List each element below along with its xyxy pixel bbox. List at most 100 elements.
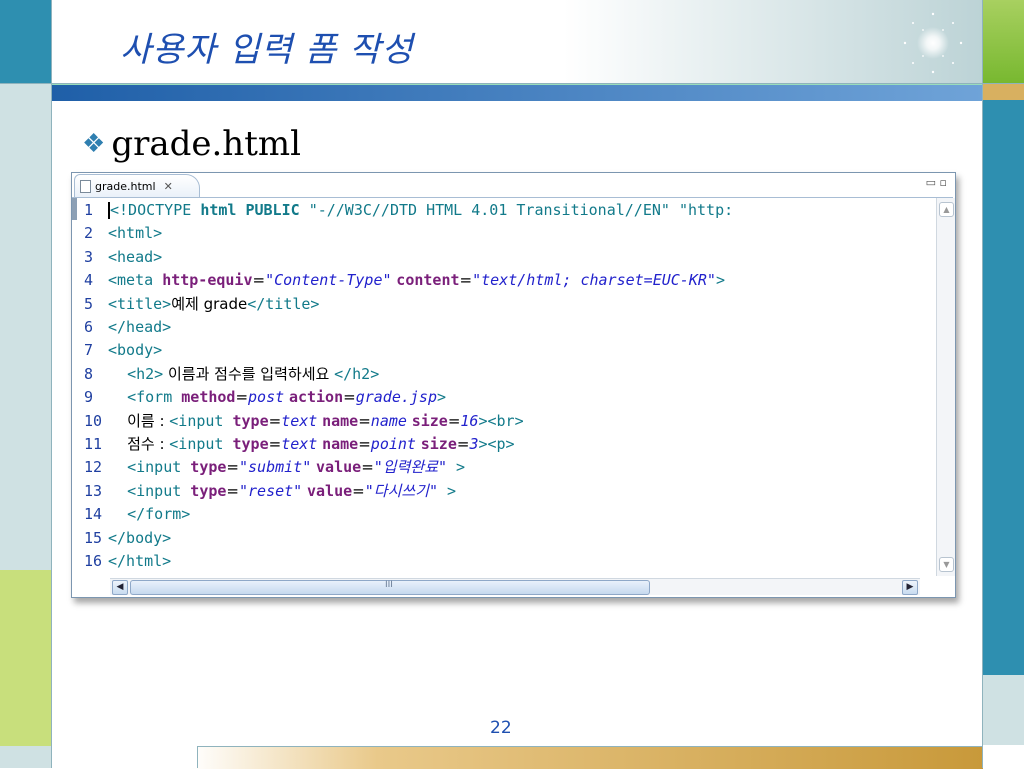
code-token: <meta: [108, 271, 163, 290]
scroll-thumb-grip: III: [385, 580, 393, 590]
maximize-icon[interactable]: ▫: [940, 176, 947, 189]
code-token: =: [459, 271, 473, 290]
horizontal-scrollbar[interactable]: ◀ III ▶: [110, 578, 920, 595]
window-controls: ▭ ▫: [926, 176, 947, 189]
scroll-right-button[interactable]: ▶: [902, 580, 918, 595]
code-line[interactable]: 14 </form>: [84, 503, 190, 526]
code-token: "submit": [239, 458, 312, 477]
code-line[interactable]: 13 <input type="reset" value="다시쓰기" >: [84, 480, 456, 503]
code-token: point: [370, 435, 416, 453]
code-token: name: [322, 411, 359, 430]
code-token: ><br>: [478, 411, 524, 430]
code-token: =: [235, 388, 249, 407]
tab-label: grade.html: [95, 179, 156, 193]
code-token: "-//W3C//DTD HTML 4.01 Transitional//EN"…: [308, 201, 734, 219]
code-token: size: [420, 435, 457, 453]
code-token: type: [190, 458, 227, 477]
right-mid-block: [983, 100, 1024, 675]
diamond-bullet-icon: ❖: [82, 129, 106, 159]
code-token: <form: [127, 388, 182, 407]
code-token: =: [252, 271, 266, 290]
code-token: =: [268, 435, 282, 453]
right-bottom-block: [983, 746, 1024, 768]
code-token: "reset": [239, 481, 303, 500]
code-token: </html>: [108, 552, 172, 570]
code-token: method: [181, 388, 236, 407]
code-line[interactable]: 5 <title>예제 grade</title>: [84, 293, 319, 316]
code-token: size: [411, 411, 448, 430]
code-token: 예제 grade: [171, 294, 248, 313]
line-number: 16: [84, 552, 103, 570]
code-line[interactable]: 1 <!DOCTYPE html PUBLIC "-//W3C//DTD HTML…: [84, 199, 733, 222]
code-token: <h2>: [127, 364, 164, 383]
code-line[interactable]: 2 <html>: [84, 222, 162, 245]
code-line[interactable]: 4 <meta http-equiv="Content-Type" content…: [84, 269, 725, 292]
code-token: <html>: [108, 224, 163, 243]
code-line[interactable]: 12 <input type="submit" value="입력완료" >: [84, 456, 465, 479]
code-token: http-equiv: [162, 271, 253, 290]
code-area[interactable]: 1 <!DOCTYPE html PUBLIC "-//W3C//DTD HTML…: [72, 198, 934, 576]
code-token: 점수 :: [108, 435, 170, 453]
code-token: </form>: [127, 505, 191, 524]
minimize-icon[interactable]: ▭: [926, 176, 936, 189]
tab-grade-html[interactable]: grade.html ✕: [74, 174, 200, 197]
right-band: [983, 84, 1024, 100]
code-token: =: [447, 411, 461, 430]
code-line[interactable]: 10 이름 : <input type=text name=name size=…: [84, 410, 524, 433]
code-token: </body>: [108, 528, 172, 547]
code-token: action: [288, 388, 344, 407]
sparkle-icon: [903, 12, 963, 74]
code-token: <input: [127, 458, 191, 477]
code-line[interactable]: 3 <head>: [84, 246, 162, 269]
code-token: 이름 :: [108, 411, 170, 430]
code-line[interactable]: 6 </head>: [84, 316, 171, 339]
code-token: <input: [169, 411, 233, 430]
close-icon[interactable]: ✕: [164, 180, 173, 193]
code-token: >: [438, 481, 457, 500]
code-token: <input: [169, 435, 233, 453]
line-number: 12: [84, 458, 103, 477]
code-editor-window: grade.html ✕ ▭ ▫ 1 <!DOCTYPE html PUBLIC …: [71, 172, 956, 598]
code-line[interactable]: 8 <h2> 이름과 점수를 입력하세요 </h2>: [84, 363, 379, 386]
code-token: content: [396, 271, 460, 290]
bullet-item: ❖ grade.html: [82, 124, 301, 164]
line-number: 14: [84, 505, 103, 524]
editor-tab-bar: grade.html ✕ ▭ ▫: [72, 173, 953, 198]
divider: [0, 83, 1024, 84]
line-number: 6: [84, 318, 94, 336]
code-line[interactable]: 9 <form method=post action=grade.jsp>: [84, 386, 446, 409]
code-line[interactable]: 15 </body>: [84, 527, 171, 550]
code-token: html PUBLIC: [200, 201, 309, 219]
code-token: =: [361, 458, 374, 477]
code-token: text: [281, 435, 318, 453]
scroll-up-button[interactable]: ▲: [939, 202, 954, 217]
line-number: 7: [84, 341, 94, 360]
slide-title: 사용자 입력 폼 작성: [120, 30, 414, 70]
code-token: =: [352, 481, 365, 500]
divider: [982, 0, 983, 768]
scroll-thumb[interactable]: III: [130, 580, 650, 595]
left-bottom-block: [0, 746, 51, 768]
code-token: "다시쓰기": [364, 481, 438, 500]
line-number: 8: [84, 364, 94, 383]
code-token: value: [316, 458, 362, 477]
code-token: <title>: [108, 294, 172, 313]
code-token: text: [281, 411, 318, 430]
bottom-left-white: [51, 746, 198, 768]
code-line[interactable]: 11 점수 : <input type=text name=point size…: [84, 433, 515, 456]
scroll-left-button[interactable]: ◀: [112, 580, 128, 595]
vertical-scrollbar[interactable]: ▲ ▼: [936, 198, 955, 576]
right-mid2-block: [983, 675, 1024, 745]
line-number: 3: [84, 247, 94, 266]
code-token: name: [370, 411, 407, 430]
scroll-down-button[interactable]: ▼: [939, 557, 954, 572]
code-line[interactable]: 16 </html>: [84, 550, 171, 573]
code-token: type: [232, 435, 269, 453]
code-token: =: [226, 458, 239, 477]
code-line[interactable]: 7 <body>: [84, 339, 162, 362]
code-token: type: [190, 481, 227, 500]
code-token: =: [358, 411, 371, 430]
